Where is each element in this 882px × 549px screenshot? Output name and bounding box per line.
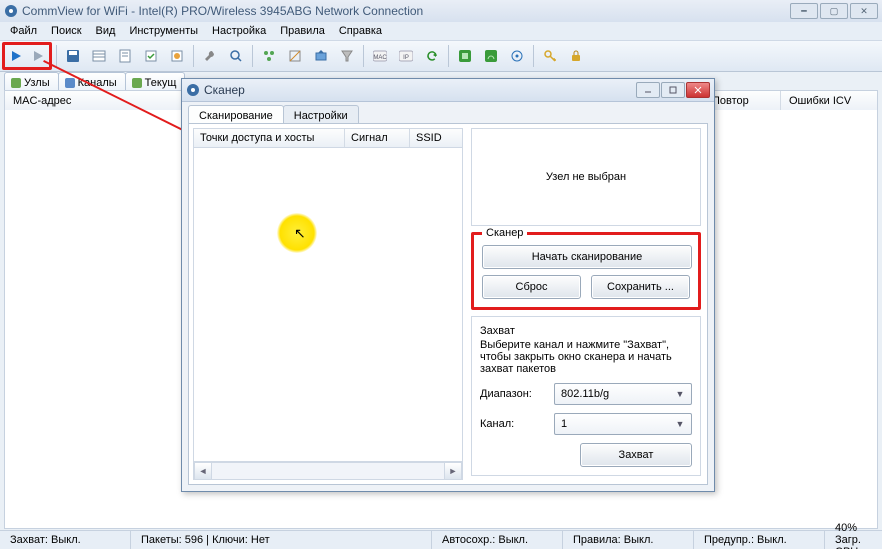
main-tabstrip: Узлы Каналы Текущ [4,72,184,92]
scanner-hscrollbar[interactable]: ◄ ► [193,462,463,480]
status-autosave: Автосохр.: Выкл. [432,531,563,549]
status-cpu: 40% Загр. CPU [825,531,882,549]
tab-current-label: Текущ [145,77,177,89]
menu-view[interactable]: Вид [90,24,122,38]
tab-channels[interactable]: Каналы [58,72,126,92]
ip-icon[interactable]: IP [394,44,418,68]
refresh-icon[interactable] [420,44,444,68]
filter-icon[interactable] [335,44,359,68]
close-button[interactable]: ✕ [850,3,878,19]
tab-nodes[interactable]: Узлы [4,72,59,92]
scanner-left-heads: Точки доступа и хосты Сигнал SSID [193,128,463,148]
start-capture-highlight [2,42,52,70]
capture-legend: Захват [480,325,692,337]
svg-text:MAC: MAC [373,55,387,61]
stop-capture-button[interactable] [27,45,49,67]
col-mac[interactable]: MAC-адрес [5,91,202,111]
app-icon [4,4,18,18]
menu-search[interactable]: Поиск [45,24,87,38]
tab-nodes-label: Узлы [24,77,50,89]
scanner-app-icon [186,83,200,97]
toolbar: MAC IP [0,40,882,72]
chevron-down-icon: ▼ [673,417,687,431]
decrypt-icon[interactable] [564,44,588,68]
list-icon[interactable] [87,44,111,68]
scanner-minimize-button[interactable] [636,82,660,98]
rules-icon[interactable] [139,44,163,68]
target-icon[interactable] [505,44,529,68]
save-icon[interactable] [61,44,85,68]
menu-rules[interactable]: Правила [274,24,331,38]
log-icon[interactable] [113,44,137,68]
scanner-tabs: Сканирование Настройки [188,105,358,125]
scanner-body: Точки доступа и хосты Сигнал SSID ◄ ► Уз… [188,123,708,485]
reset-button[interactable]: Сброс [482,275,581,299]
scroll-right-icon[interactable]: ► [444,463,462,479]
scanner-legend: Сканер [482,227,527,239]
statusbar: Захват: Выкл. Пакеты: 596 | Ключи: Нет А… [0,530,882,549]
node-info-box: Узел не выбран [471,128,701,226]
maximize-button[interactable]: ▢ [820,3,848,19]
packet-gen-icon[interactable] [309,44,333,68]
scanner-ap-list[interactable] [193,148,463,462]
status-rules: Правила: Выкл. [563,531,694,549]
cursor-icon: ↖ [294,225,306,242]
alarm-icon[interactable] [165,44,189,68]
tab-settings[interactable]: Настройки [283,105,359,125]
scanner-close-button[interactable] [686,82,710,98]
status-warns: Предупр.: Выкл. [694,531,825,549]
scanner-dialog: Сканер Сканирование Настройки Точки дост… [181,78,715,492]
mac-icon[interactable]: MAC [368,44,392,68]
key-icon[interactable] [538,44,562,68]
scanner-green2-icon[interactable] [479,44,503,68]
col-repeat[interactable]: Повтор [704,91,781,111]
menubar: Файл Поиск Вид Инструменты Настройка Пра… [0,22,882,40]
tab-current[interactable]: Текущ [125,72,186,92]
col-signal[interactable]: Сигнал [345,129,410,147]
main-title: CommView for WiFi - Intel(R) PRO/Wireles… [22,4,790,18]
col-ap-hosts[interactable]: Точки доступа и хосты [194,129,345,147]
node-info-text: Узел не выбран [546,171,626,183]
tab-scanning[interactable]: Сканирование [188,105,284,125]
nodes-icon[interactable] [257,44,281,68]
menu-tools[interactable]: Инструменты [123,24,204,38]
range-value: 802.11b/g [561,388,609,400]
col-errors[interactable]: Ошибки ICV [781,91,877,111]
main-titlebar: CommView for WiFi - Intel(R) PRO/Wireles… [0,0,882,23]
start-scan-button[interactable]: Начать сканирование [482,245,692,269]
range-combo[interactable]: 802.11b/g ▼ [554,383,692,405]
status-packets: Пакеты: 596 | Ключи: Нет [131,531,432,549]
capture-fieldset: Захват Выберите канал и нажмите "Захват"… [471,316,701,476]
search-icon[interactable] [224,44,248,68]
scanner-left-pane: Точки доступа и хосты Сигнал SSID ◄ ► [193,128,463,480]
range-label: Диапазон: [480,388,550,400]
scanner-titlebar[interactable]: Сканер [182,79,714,102]
main-window-buttons: ━ ▢ ✕ [790,3,878,19]
menu-settings[interactable]: Настройка [206,24,272,38]
start-capture-button[interactable] [5,45,27,67]
scanner-title: Сканер [204,83,636,97]
status-capture: Захват: Выкл. [0,531,131,549]
svg-text:IP: IP [403,55,409,61]
save-button[interactable]: Сохранить ... [591,275,690,299]
scanner-fieldset: Сканер Начать сканирование Сброс Сохрани… [471,232,701,310]
channel-value: 1 [561,418,567,430]
scanner-right-pane: Узел не выбран Сканер Начать сканировани… [471,128,701,480]
col-ssid[interactable]: SSID [410,129,462,147]
menu-file[interactable]: Файл [4,24,43,38]
minimize-button[interactable]: ━ [790,3,818,19]
reconstr-icon[interactable] [283,44,307,68]
scanner-green-icon[interactable] [453,44,477,68]
channel-combo[interactable]: 1 ▼ [554,413,692,435]
capture-button[interactable]: Захват [580,443,692,467]
channel-label: Канал: [480,418,550,430]
scroll-track[interactable] [212,463,444,479]
scanner-maximize-button[interactable] [661,82,685,98]
scroll-left-icon[interactable]: ◄ [194,463,212,479]
chevron-down-icon: ▼ [673,387,687,401]
menu-help[interactable]: Справка [333,24,388,38]
capture-hint: Выберите канал и нажмите "Захват", чтобы… [480,339,692,375]
wrench-icon[interactable] [198,44,222,68]
